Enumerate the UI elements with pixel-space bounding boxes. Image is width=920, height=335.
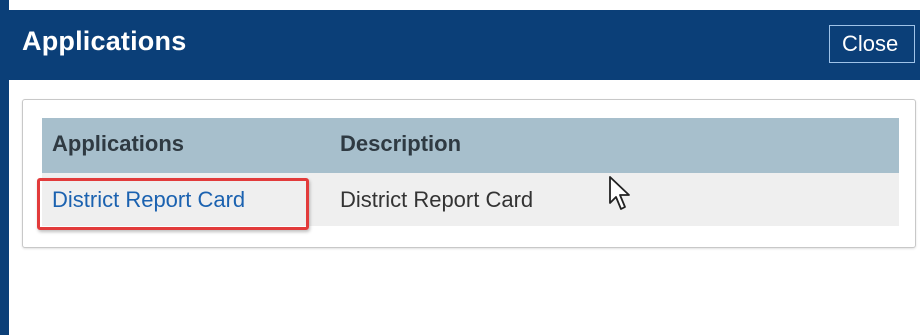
column-header-applications: Applications xyxy=(52,131,185,156)
table-header-row: Applications Description xyxy=(42,118,899,173)
application-link-district-report-card[interactable]: District Report Card xyxy=(52,187,245,213)
dialog-titlebar: Applications Close xyxy=(0,10,920,80)
table-row: District Report Card District Report Car… xyxy=(42,173,899,226)
column-header-description: Description xyxy=(340,131,462,156)
applications-dialog: Applications Close Applications Descript… xyxy=(0,0,920,335)
close-button[interactable]: Close xyxy=(829,25,915,63)
dialog-title: Applications xyxy=(22,26,187,56)
mouse-pointer-icon xyxy=(609,176,630,210)
application-description: District Report Card xyxy=(340,187,534,212)
